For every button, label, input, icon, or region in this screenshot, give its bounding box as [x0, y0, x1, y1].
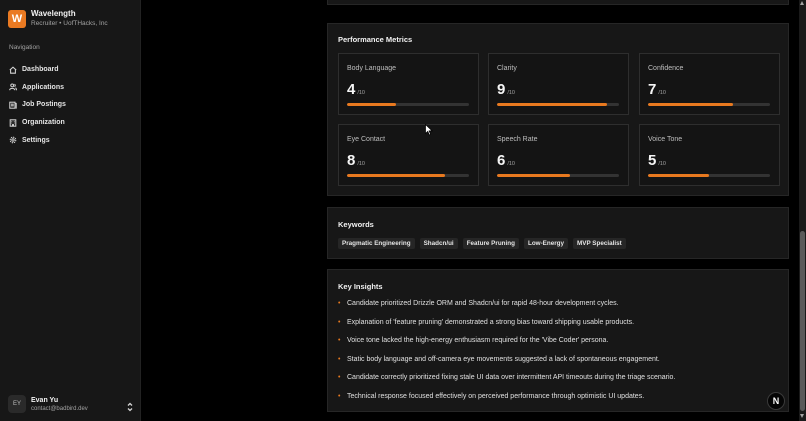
bullet-icon: • [338, 318, 341, 326]
metric-progress-fill [648, 174, 709, 177]
metric-progress-fill [648, 103, 734, 106]
sidebar-item-organization[interactable]: Organization [9, 114, 133, 132]
list-item: • Technical response focused effectively … [338, 392, 645, 400]
nav-heading: Navigation [9, 44, 40, 51]
metric-label: Speech Rate [497, 136, 538, 143]
keywords-title: Keywords [338, 220, 374, 229]
metric-progress-bar [648, 103, 770, 106]
chevron-up-down-icon[interactable] [126, 399, 134, 412]
bullet-icon: • [338, 300, 341, 307]
user-menu[interactable]: EY Evan Yu contact@badbird.dev [8, 393, 134, 415]
keyword-badge: Shadcn/ui [419, 238, 458, 249]
gear-icon [9, 136, 17, 144]
metric-value: 8/10 [347, 152, 365, 169]
sidebar-item-label: Applications [22, 83, 65, 91]
user-info: Evan Yu contact@badbird.dev [31, 396, 126, 413]
metric-progress-bar [347, 103, 469, 106]
avatar: EY [8, 395, 26, 413]
metric-progress-bar [347, 174, 469, 177]
performance-metrics-title: Performance Metrics [338, 35, 413, 44]
key-insights-title: Key Insights [338, 282, 383, 291]
metric-speech-rate: Speech Rate 6/10 [488, 124, 629, 186]
keyword-badge: Pragmatic Engineering [338, 238, 415, 249]
building-icon [9, 118, 17, 127]
sidebar-item-settings[interactable]: Settings [9, 131, 133, 149]
sidebar-item-label: Settings [22, 136, 50, 144]
metric-progress-fill [347, 103, 396, 106]
scroll-up-arrow-icon[interactable] [800, 1, 804, 5]
brand-name: Wavelength [31, 9, 76, 18]
previous-section-card [327, 0, 789, 5]
bullet-icon: • [338, 337, 341, 345]
metric-progress-fill [347, 174, 445, 177]
brand[interactable]: W Wavelength Recruiter • UofTHacks, Inc [8, 9, 108, 28]
keywords-card: Keywords Pragmatic Engineering Shadcn/ui… [327, 207, 789, 259]
sidebar-item-label: Dashboard [22, 66, 59, 74]
metric-voice-tone: Voice Tone 5/10 [639, 124, 780, 186]
list-item: • Voice tone lacked the high-energy enthu… [338, 337, 609, 345]
metric-label: Body Language [347, 65, 397, 72]
metric-progress-bar [497, 103, 619, 106]
list-item: • Candidate prioritized Drizzle ORM and S… [338, 300, 619, 307]
list-item: • Explanation of 'feature pruning' demons… [338, 318, 635, 326]
keyword-badge: MVP Specialist [573, 238, 626, 249]
bullet-icon: • [338, 374, 341, 382]
mouse-cursor-icon [425, 124, 433, 136]
sidebar-item-label: Organization [22, 119, 65, 127]
metric-value: 5/10 [648, 152, 666, 169]
key-insights-card: Key Insights • Candidate prioritized Driz… [327, 269, 789, 412]
user-email: contact@badbird.dev [31, 405, 88, 412]
metric-value: 6/10 [497, 152, 515, 169]
scrollbar[interactable] [799, 0, 806, 421]
list-item: • Candidate correctly prioritized fixing … [338, 374, 676, 382]
metric-progress-fill [497, 174, 571, 177]
metric-progress-bar [497, 174, 619, 177]
sidebar-item-applications[interactable]: Applications [9, 79, 133, 97]
sidebar-item-dashboard[interactable]: Dashboard [9, 61, 133, 79]
performance-metrics-card: Performance Metrics Body Language 4/10 C… [327, 23, 789, 196]
metric-label: Voice Tone [648, 136, 683, 143]
home-icon [9, 66, 17, 74]
metric-progress-fill [497, 103, 607, 106]
metric-label: Clarity [497, 65, 517, 72]
metric-max: /10 [658, 161, 666, 167]
metric-value: 7/10 [648, 81, 666, 98]
list-item: • Static body language and off-camera eye… [338, 355, 660, 363]
metric-value: 9/10 [497, 81, 515, 98]
scroll-down-arrow-icon[interactable] [800, 414, 804, 418]
scrollbar-thumb[interactable] [800, 231, 805, 411]
brand-text: Wavelength Recruiter • UofTHacks, Inc [31, 9, 108, 28]
metric-max: /10 [357, 90, 365, 96]
user-name: Evan Yu [31, 396, 59, 404]
metric-confidence: Confidence 7/10 [639, 53, 780, 115]
metric-max: /10 [658, 90, 666, 96]
brand-logo: W [8, 9, 26, 28]
bullet-icon: • [338, 392, 341, 400]
sidebar-item-job-postings[interactable]: Job Postings [9, 96, 133, 114]
users-icon [9, 83, 17, 91]
sidebar-item-label: Job Postings [22, 101, 66, 109]
brand-subtitle: Recruiter • UofTHacks, Inc [31, 20, 108, 27]
file-icon [9, 101, 17, 109]
sidebar-nav: Dashboard Applications Job Postings Orga… [9, 61, 133, 149]
insight-list: • Candidate prioritized Drizzle ORM and S… [338, 300, 675, 412]
metric-label: Eye Contact [347, 136, 386, 143]
keyword-badge: Low-Energy [523, 238, 569, 249]
metric-body-language: Body Language 4/10 [338, 53, 479, 115]
metric-value: 4/10 [347, 81, 365, 98]
metric-max: /10 [507, 161, 515, 167]
sidebar: W Wavelength Recruiter • UofTHacks, Inc … [0, 0, 141, 421]
metric-label: Confidence [648, 65, 684, 72]
metric-eye-contact: Eye Contact 8/10 [338, 124, 479, 186]
metric-clarity: Clarity 9/10 [488, 53, 629, 115]
floating-action-button[interactable]: N [767, 392, 785, 410]
keyword-list: Pragmatic Engineering Shadcn/ui Feature … [338, 238, 631, 249]
metric-max: /10 [357, 161, 365, 167]
metric-max: /10 [507, 90, 515, 96]
bullet-icon: • [338, 355, 341, 363]
metric-progress-bar [648, 174, 770, 177]
keyword-badge: Feature Pruning [462, 238, 519, 249]
